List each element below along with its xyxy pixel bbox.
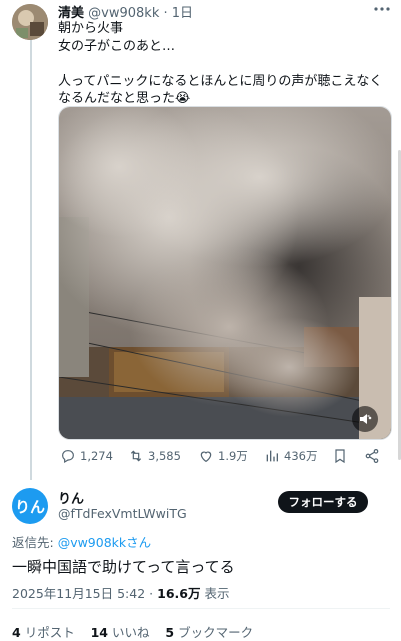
author-handle[interactable]: @vw908kk	[88, 6, 159, 21]
follow-button[interactable]: フォローする	[278, 491, 368, 513]
bookmarks-count: 5	[165, 625, 175, 640]
reply-stats: 4 リポスト 14 いいね 5 ブックマーク	[12, 622, 253, 641]
like-action[interactable]: 1.9万	[198, 448, 248, 464]
reply-icon[interactable]	[60, 448, 76, 464]
thread-line	[30, 40, 32, 480]
reply-to-link[interactable]: @vw908kkさん	[58, 535, 151, 550]
bookmarks-stat[interactable]: 5 ブックマーク	[165, 625, 253, 640]
repost-action[interactable]: 3,585	[128, 448, 181, 464]
reply-views-count: 16.6万	[157, 586, 201, 601]
reposts-label: リポスト	[24, 625, 75, 640]
reply-views-label: 表示	[204, 586, 230, 601]
reposts-count: 4	[12, 625, 21, 640]
reply-timestamp: 2025年11月15日 5:42 · 16.6万 表示	[12, 583, 229, 602]
tweet-video[interactable]	[58, 106, 392, 440]
more-icon[interactable]	[372, 0, 392, 22]
like-icon[interactable]	[198, 448, 214, 464]
like-count: 1.9万	[218, 449, 248, 463]
views-action[interactable]: 436万	[264, 448, 317, 464]
divider	[12, 608, 390, 609]
reply-author-name[interactable]: りん	[58, 488, 84, 507]
tweet-text: 朝から火事 女の子がこのあと… 人ってパニックになるとほんとに周りの声が聴こえな…	[58, 21, 383, 106]
author-avatar[interactable]	[12, 4, 48, 40]
tweet-header: 清美 @vw908kk · 1日	[58, 2, 193, 21]
share-icon[interactable]	[364, 448, 380, 464]
reply-date[interactable]: 2025年11月15日 5:42	[12, 586, 145, 601]
timestamp-separator: ·	[149, 586, 154, 601]
reply-to-label: 返信先:	[12, 535, 58, 550]
views-count: 436万	[284, 449, 318, 463]
reply-author-handle[interactable]: @fTdFexVmtLWwiTG	[58, 506, 187, 521]
reply-count: 1,274	[80, 449, 113, 463]
author-name[interactable]: 清美	[58, 6, 84, 21]
bookmarks-label: ブックマーク	[178, 625, 254, 640]
repost-count: 3,585	[148, 449, 181, 463]
likes-stat[interactable]: 14 いいね	[91, 625, 150, 640]
repost-icon[interactable]	[128, 448, 144, 464]
header-separator: ·	[163, 6, 168, 21]
tweet-time[interactable]: 1日	[172, 6, 193, 21]
reply-to-line: 返信先: @vw908kkさん	[12, 532, 151, 551]
reply-action[interactable]: 1,274	[60, 448, 113, 464]
reposts-stat[interactable]: 4 リポスト	[12, 625, 75, 640]
views-icon[interactable]	[264, 448, 280, 464]
reply-text: 一瞬中国語で助けてって言ってる	[12, 558, 235, 576]
volume-icon[interactable]	[352, 406, 378, 432]
bookmark-icon[interactable]	[332, 448, 348, 464]
likes-label: いいね	[112, 625, 150, 640]
action-bar: 1,274 3,585 1.9万 436万	[58, 448, 388, 470]
reply-avatar[interactable]: りん	[12, 488, 48, 524]
likes-count: 14	[90, 625, 109, 640]
